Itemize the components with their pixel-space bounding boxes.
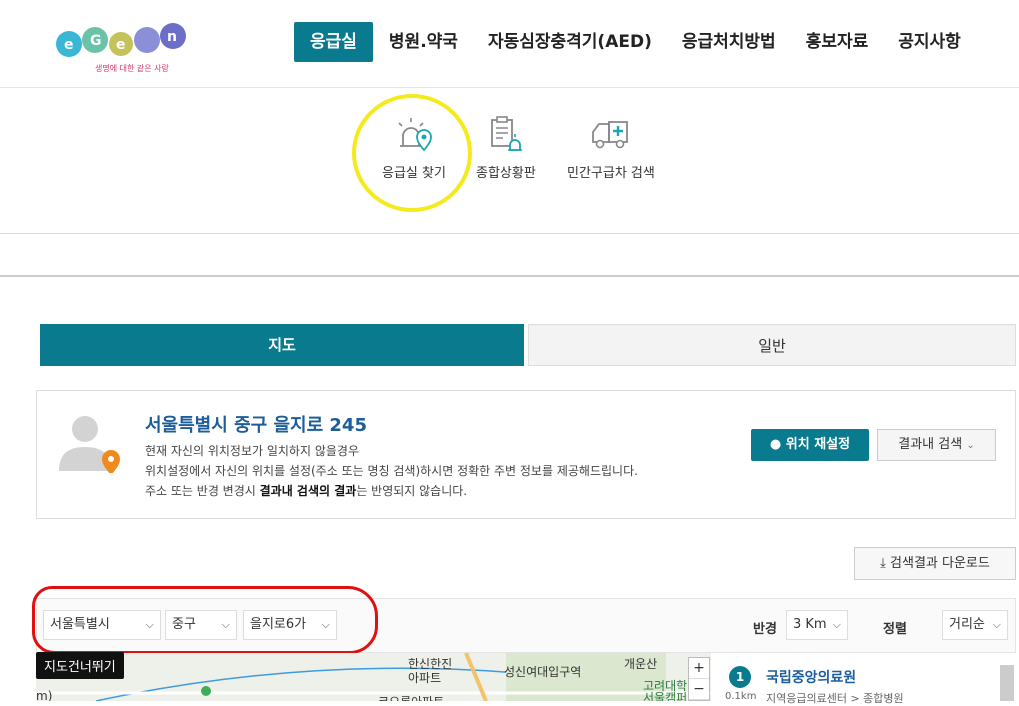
location-description: 현재 자신의 위치정보가 일치하지 않을경우 위치설정에서 자신의 위치를 설정…	[145, 441, 638, 501]
pin-icon: ●	[769, 437, 782, 452]
desc-line-3: 주소 또는 반경 변경시 결과내 검색의 결과는 반영되지 않습니다.	[145, 481, 638, 501]
user-location-icon	[59, 416, 120, 473]
site-header: e G e n 생명에 대한 같은 사랑 응급실 병원.약국 자동심장충격기(A…	[0, 0, 1019, 88]
desc-line-3-bold: 결과내 검색의 결과	[259, 484, 357, 498]
nav-item-promo[interactable]: 홍보자료	[792, 22, 883, 62]
desc-line-2: 위치설정에서 자신의 위치를 설정(주소 또는 명칭 검색)하시면 정확한 주변…	[145, 464, 638, 478]
reset-location-button[interactable]: ● 위치 재설정	[751, 429, 869, 461]
skip-map-button[interactable]: 지도건너뛰기	[36, 652, 124, 679]
map-label: 서울캠퍼	[643, 691, 688, 701]
yellow-annotation-circle	[352, 94, 472, 212]
map-label: 개운산	[624, 657, 658, 671]
tab-general[interactable]: 일반	[528, 324, 1016, 366]
nav-item-notice[interactable]: 공지사항	[884, 22, 975, 62]
chevron-down-icon: ⌄	[966, 440, 975, 451]
result-name[interactable]: 국립중앙의료원	[766, 667, 856, 687]
download-icon: ⤓	[880, 556, 886, 571]
result-number-badge: 1	[729, 666, 751, 688]
zoom-in-button[interactable]: +	[689, 658, 709, 679]
section-divider	[0, 275, 1019, 277]
map-background	[36, 653, 711, 701]
result-type: 지역응급의료센터 > 종합병원	[766, 692, 904, 705]
logo-tagline: 생명에 대한 같은 사랑	[95, 63, 170, 73]
sort-select-value: 거리순	[949, 617, 985, 632]
radius-select-value: 3 Km	[793, 617, 827, 632]
tab-map[interactable]: 지도	[40, 324, 524, 366]
sort-label: 정렬	[883, 622, 907, 637]
search-within-label: 결과내 검색	[898, 437, 963, 452]
egen-logo[interactable]: e G e n 생명에 대한 같은 사랑	[55, 14, 190, 78]
nav-item-hospital[interactable]: 병원.약국	[375, 22, 472, 62]
view-tabs: 지도 일반	[40, 324, 1016, 366]
sub-item-status-board[interactable]: 종합상황판	[476, 116, 536, 181]
svg-text:e: e	[116, 37, 126, 53]
radius-label: 반경	[753, 622, 777, 637]
download-results-label: 검색결과 다운로드	[890, 556, 990, 571]
sub-item-private-ambulance[interactable]: 민간구급차 검색	[567, 116, 655, 181]
location-panel: 서울특별시 중구 을지로 245 현재 자신의 위치정보가 일치하지 않을경우 …	[36, 390, 1016, 519]
main-nav: 응급실 병원.약국 자동심장충격기(AED) 응급처치방법 홍보자료 공지사항	[294, 22, 977, 62]
sub-item-label: 민간구급차 검색	[567, 166, 655, 181]
map-label: m)	[36, 689, 53, 701]
sub-item-label: 종합상황판	[476, 166, 536, 181]
svg-text:n: n	[167, 29, 177, 45]
result-distance: 0.1km	[725, 691, 757, 702]
map-label: 아파트	[408, 671, 442, 685]
desc-line-3-post: 는 반영되지 않습니다.	[356, 484, 468, 498]
desc-line-1: 현재 자신의 위치정보가 일치하지 않을경우	[145, 444, 359, 458]
map-view[interactable]: 한신한진 아파트 성신여대입구역 개운산 고려대학 서울캠퍼 코오롱아파트 m)	[36, 653, 711, 701]
nav-item-aed[interactable]: 자동심장충격기(AED)	[474, 22, 666, 62]
chevron-down-icon: ⌵	[832, 618, 841, 631]
nav-item-first-aid[interactable]: 응급처치방법	[668, 22, 790, 62]
map-zoom-control: + −	[688, 657, 710, 701]
map-label-station: 성신여대입구역	[504, 665, 582, 679]
svg-text:e: e	[64, 37, 74, 53]
sort-select[interactable]: 거리순 ⌵	[942, 610, 1008, 640]
ambulance-icon	[592, 121, 628, 149]
desc-line-3-pre: 주소 또는 반경 변경시	[145, 484, 260, 498]
radius-select[interactable]: 3 Km ⌵	[786, 610, 848, 640]
current-address: 서울특별시 중구 을지로 245	[145, 415, 367, 436]
results-scrollbar[interactable]	[1000, 665, 1014, 701]
download-results-button[interactable]: ⤓ 검색결과 다운로드	[854, 547, 1016, 580]
nav-item-er[interactable]: 응급실	[294, 22, 373, 62]
svg-text:G: G	[90, 33, 102, 49]
results-list: 1 국립중앙의료원 0.1km 지역응급의료센터 > 종합병원	[711, 653, 1016, 705]
clipboard-siren-icon	[491, 116, 522, 151]
map-label: 코오롱아파트	[378, 693, 444, 701]
search-within-button[interactable]: 결과내 검색 ⌄	[877, 429, 996, 461]
chevron-down-icon: ⌵	[992, 618, 1001, 631]
red-annotation-box	[32, 586, 378, 654]
sub-menu: 응급실 찾기 종합상황판 민간구급차 검색	[0, 88, 1019, 234]
zoom-out-button[interactable]: −	[689, 679, 709, 700]
reset-location-label: 위치 재설정	[785, 437, 851, 452]
